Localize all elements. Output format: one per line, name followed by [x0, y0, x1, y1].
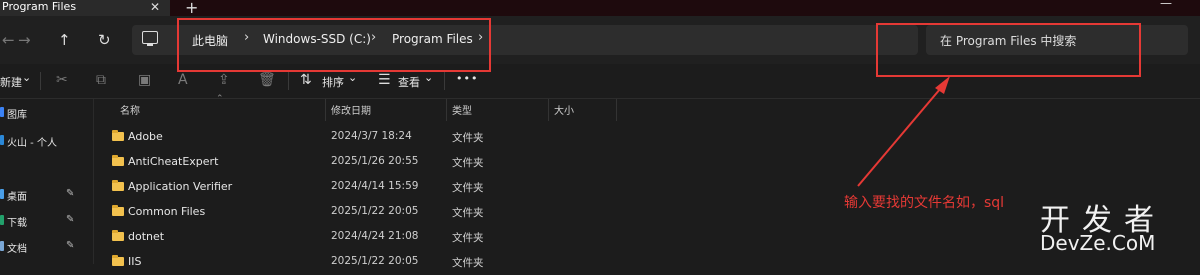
annotation-arrow [857, 76, 950, 187]
watermark-logo: 开发者 DevZe.CoM [1040, 195, 1200, 264]
watermark-bottom-text: DevZe.CoM [1040, 231, 1156, 255]
annotation-text: 输入要找的文件名如，sql [844, 195, 1005, 211]
